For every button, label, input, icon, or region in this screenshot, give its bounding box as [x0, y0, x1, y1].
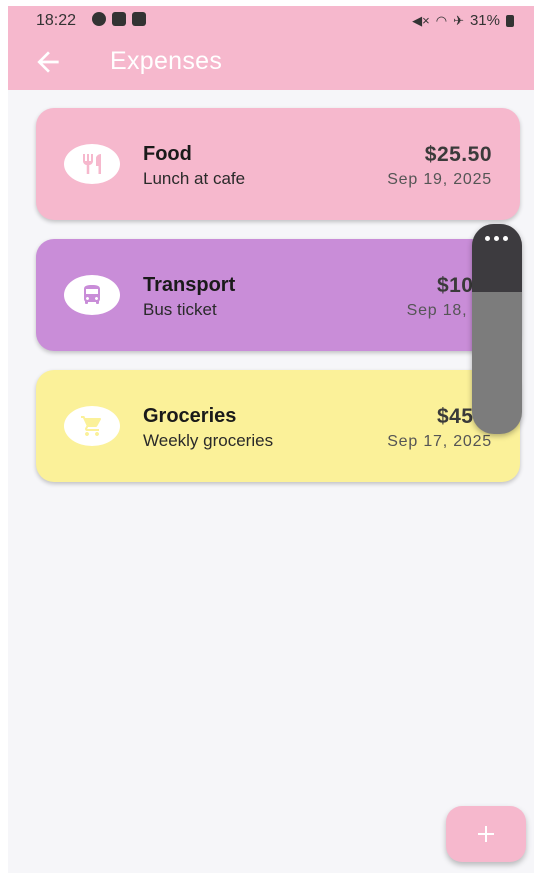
back-button[interactable] — [32, 46, 64, 78]
expense-date: Sep 19, 2025 — [387, 171, 492, 188]
more-icon — [485, 236, 508, 241]
notification-icons — [92, 12, 146, 26]
page-title: Expenses — [110, 47, 223, 75]
airplane-icon: ✈ — [453, 12, 464, 28]
expense-card-transport[interactable]: Transport Bus ticket $10.0 Sep 18, 20 — [36, 239, 520, 351]
bus-icon — [84, 285, 100, 304]
status-time: 18:22 — [36, 12, 77, 29]
expense-category: Food — [143, 143, 192, 165]
status-right: ◀× ◠ ✈ 31% — [412, 12, 514, 29]
expense-description: Bus ticket — [143, 300, 217, 319]
add-expense-button[interactable] — [446, 806, 526, 862]
category-avatar — [64, 406, 120, 446]
gallery-icon — [112, 12, 126, 26]
expense-description: Weekly groceries — [143, 431, 274, 450]
expense-card-food[interactable]: Food Lunch at cafe $25.50 Sep 19, 2025 — [36, 108, 520, 220]
restaurant-icon — [83, 154, 101, 174]
expense-date: Sep 17, 2025 — [387, 433, 492, 450]
expense-card-groceries[interactable]: Groceries Weekly groceries $45.9 Sep 17,… — [36, 370, 520, 482]
top-bar: 18:22 ◀× ◠ ✈ 31% Expenses — [8, 6, 534, 90]
app-bar: Expenses — [8, 34, 534, 90]
battery-icon — [506, 14, 514, 27]
cart-icon — [81, 416, 102, 436]
floating-side-panel[interactable] — [472, 224, 522, 434]
expense-category: Groceries — [143, 405, 237, 427]
app-screen: 18:22 ◀× ◠ ✈ 31% Expenses Food Lunch at … — [8, 6, 534, 873]
expense-amount: $25.50 — [424, 143, 492, 166]
expense-description: Lunch at cafe — [143, 169, 246, 188]
notification-icon — [92, 12, 106, 26]
expense-category: Transport — [143, 274, 236, 296]
category-avatar — [64, 144, 120, 184]
card-icon — [132, 12, 146, 26]
add-icon — [478, 826, 494, 842]
wifi-icon: ◠ — [435, 12, 448, 28]
status-bar: 18:22 ◀× ◠ ✈ 31% — [8, 6, 534, 34]
mute-icon: ◀× — [412, 12, 430, 28]
battery-level: 31% — [469, 12, 500, 29]
side-panel-header[interactable] — [472, 224, 522, 292]
arrow-back-icon — [37, 51, 59, 73]
category-avatar — [64, 275, 120, 315]
